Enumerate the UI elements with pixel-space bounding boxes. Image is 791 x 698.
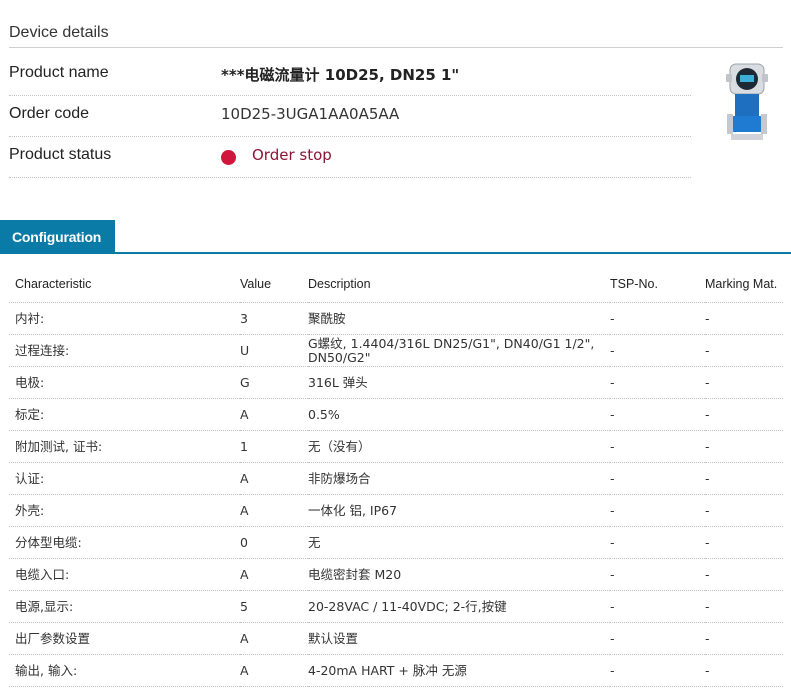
cell-tsp-no: - [610,654,705,687]
cell-marking-mat: - [705,590,783,623]
cell-tsp-no: - [610,494,705,527]
tab-configuration[interactable]: Configuration [0,220,115,254]
cell-tsp-no: - [610,622,705,655]
cell-description: 无（没有） [308,430,610,463]
cell-value: 1 [240,430,308,463]
cell-value: 5 [240,590,308,623]
cell-characteristic: 出厂参数设置 [9,622,240,655]
cell-marking-mat: - [705,398,783,431]
flowmeter-product-image [726,63,768,140]
product-name-row: Product name ***电磁流量计 10D25, DN25 1" [9,54,691,96]
cell-characteristic: 电极: [9,366,240,399]
table-row: 内衬: 3 聚酰胺 - - [9,302,783,335]
table-row: 出厂参数设置 A 默认设置 - - [9,622,783,655]
cell-tsp-no: - [610,558,705,591]
cell-tsp-no: - [610,334,705,367]
cell-description: 无 [308,526,610,559]
cell-marking-mat: - [705,302,783,335]
cell-tsp-no: - [610,590,705,623]
cell-description: 电缆密封套 M20 [308,558,610,591]
cell-characteristic: 输出, 输入: [9,654,240,687]
table-row: 认证: A 非防爆场合 - - [9,462,783,495]
cell-marking-mat: - [705,334,783,367]
cell-value: 3 [240,302,308,335]
product-name-label: Product name [9,64,109,81]
cell-value: U [240,334,308,367]
column-header-tsp-no: TSP-No. [610,266,705,303]
table-row: 分体型电缆: 0 无 - - [9,526,783,559]
cell-description: 0.5% [308,398,610,431]
cell-tsp-no: - [610,398,705,431]
table-row: 标定: A 0.5% - - [9,398,783,431]
table-row: 电缆入口: A 电缆密封套 M20- - [9,558,783,591]
product-status-value: Order stop [252,146,332,164]
configuration-table: Characteristic Value Description TSP-No.… [9,266,783,687]
column-header-value: Value [240,266,308,303]
cell-description: 默认设置 [308,622,610,655]
status-indicator-icon [221,150,236,165]
cell-marking-mat: - [705,526,783,559]
table-header-row: Characteristic Value Description TSP-No.… [9,266,783,303]
cell-value: A [240,494,308,527]
cell-marking-mat: - [705,462,783,495]
cell-value: 0 [240,526,308,559]
table-row: 输出, 输入: A 4-20mA HART + 脉冲 无源 - - [9,654,783,687]
cell-characteristic: 附加测试, 证书: [9,430,240,463]
order-code-label: Order code [9,105,90,122]
column-header-description: Description [308,266,610,303]
cell-marking-mat: - [705,654,783,687]
cell-characteristic: 电源,显示: [9,590,240,623]
product-name-value: ***电磁流量计 10D25, DN25 1" [221,66,460,84]
cell-value: A [240,654,308,687]
cell-characteristic: 标定: [9,398,240,431]
cell-description: 4-20mA HART + 脉冲 无源 [308,654,610,687]
cell-characteristic: 内衬: [9,302,240,335]
cell-marking-mat: - [705,558,783,591]
table-row: 附加测试, 证书: 1 无（没有） - - [9,430,783,463]
table-row: 过程连接: U G螺纹, 1.4404/316L DN25/G1", DN40/G1… [9,334,783,367]
cell-marking-mat: - [705,430,783,463]
device-details-heading: Device details [9,24,109,41]
cell-value: A [240,558,308,591]
cell-marking-mat: - [705,622,783,655]
cell-description: G螺纹, 1.4404/316L DN25/G1", DN40/G1 1/2",… [308,334,610,367]
column-header-characteristic: Characteristic [9,266,240,303]
cell-tsp-no: - [610,526,705,559]
cell-characteristic: 外壳: [9,494,240,527]
cell-marking-mat: - [705,366,783,399]
order-code-value: 10D25-3UGA1AA0A5AA [221,105,400,123]
tab-underline [0,252,791,254]
cell-value: A [240,398,308,431]
table-row: 电极: G 316L 弹头 - - [9,366,783,399]
cell-description: 非防爆场合 [308,462,610,495]
cell-description: 聚酰胺 [308,302,610,335]
cell-value: G [240,366,308,399]
cell-value: A [240,462,308,495]
cell-description: 316L 弹头 [308,366,610,399]
cell-tsp-no: - [610,430,705,463]
cell-marking-mat: - [705,494,783,527]
product-status-label: Product status [9,146,112,163]
cell-characteristic: 分体型电缆: [9,526,240,559]
table-row: 电源,显示: 5 20-28VAC / 11-40VDC; 2-行,按键 - - [9,590,783,623]
cell-value: A [240,622,308,655]
cell-characteristic: 认证: [9,462,240,495]
cell-description: 一体化 铝, IP67 [308,494,610,527]
cell-characteristic: 电缆入口: [9,558,240,591]
cell-description: 20-28VAC / 11-40VDC; 2-行,按键 [308,590,610,623]
cell-tsp-no: - [610,302,705,335]
column-header-marking-mat: Marking Mat. [705,266,783,303]
order-code-row: Order code 10D25-3UGA1AA0A5AA [9,95,691,137]
cell-tsp-no: - [610,366,705,399]
product-status-row: Product status Order stop [9,136,691,178]
cell-characteristic: 过程连接: [9,334,240,367]
heading-divider [9,47,783,48]
cell-tsp-no: - [610,462,705,495]
table-row: 外壳: A 一体化 铝, IP67- - [9,494,783,527]
